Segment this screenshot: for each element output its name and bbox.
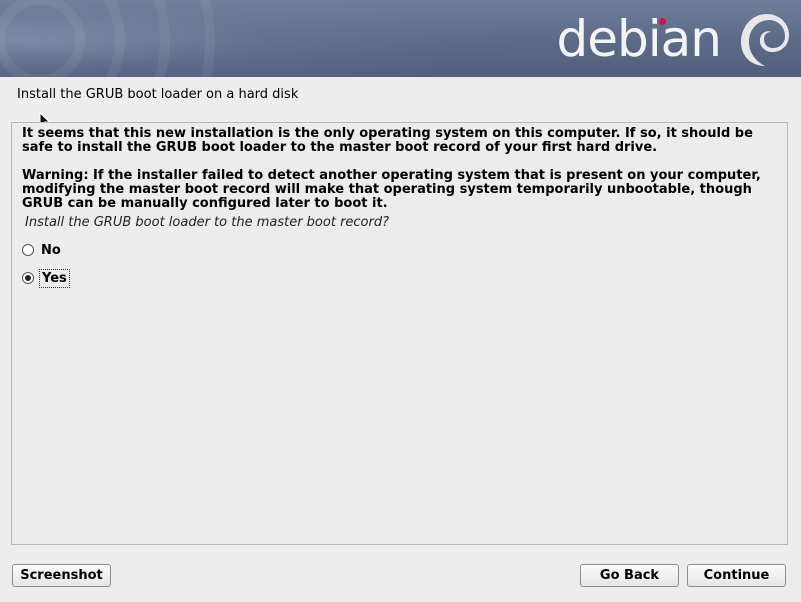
screenshot-button[interactable]: Screenshot [12,564,111,587]
debian-banner: debian [0,0,801,77]
radio-no[interactable] [22,244,34,256]
option-yes-label: Yes [39,268,70,288]
go-back-button[interactable]: Go Back [580,564,679,587]
debian-swirl-icon [741,14,789,66]
page-title: Install the GRUB boot loader on a hard d… [17,87,299,102]
warning-paragraph: Warning: If the installer failed to dete… [22,168,761,211]
question-panel: It seems that this new installation is t… [11,122,788,545]
option-no-label: No [41,242,61,258]
debian-logo-text: debian [556,10,722,68]
debian-logo-dot [659,18,666,25]
option-yes[interactable]: Yes [22,268,70,288]
question-text: Install the GRUB boot loader to the mast… [25,215,390,230]
info-paragraph: It seems that this new installation is t… [22,126,753,155]
radio-yes[interactable] [22,272,34,284]
continue-button[interactable]: Continue [687,564,786,587]
option-no[interactable]: No [22,242,61,258]
